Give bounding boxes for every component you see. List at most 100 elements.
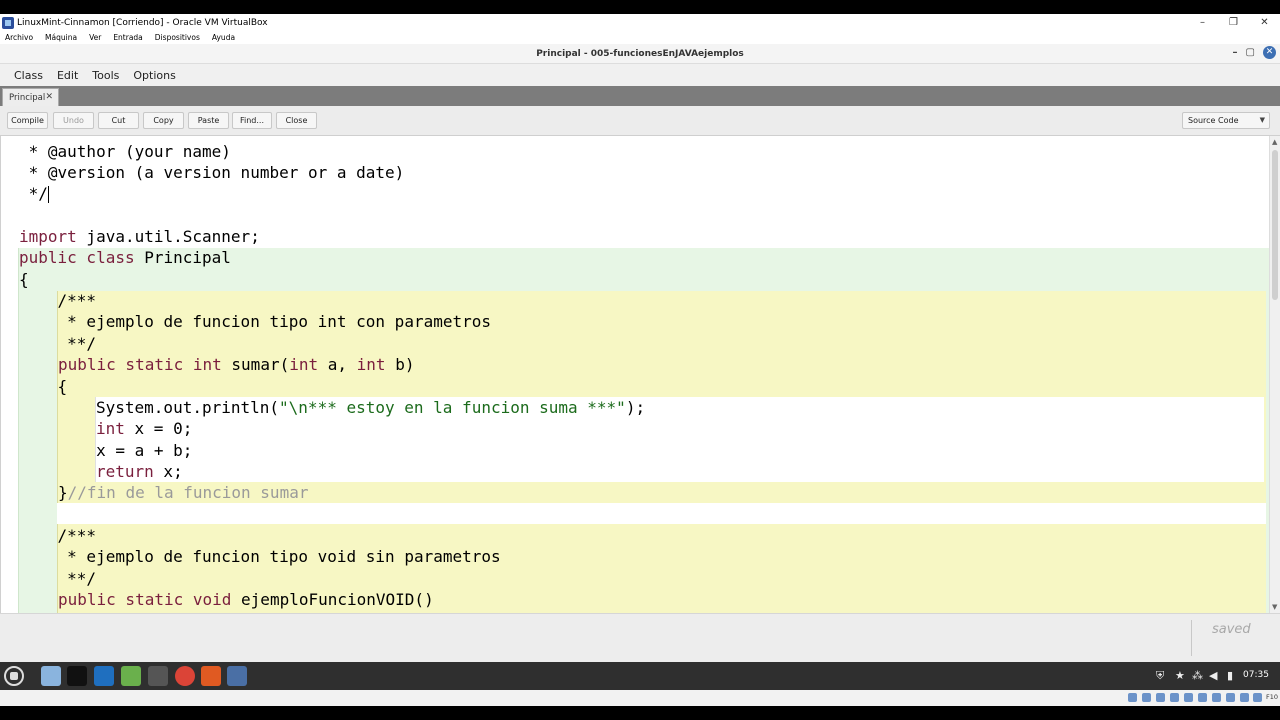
menu-options[interactable]: Options (133, 69, 175, 82)
usb-indicator-icon[interactable] (1184, 693, 1193, 702)
copy-button[interactable]: Copy (143, 112, 184, 129)
view-mode-label: Source Code (1188, 116, 1239, 125)
text-caret (47, 186, 49, 203)
code-line-return: return x; (96, 461, 183, 482)
terminal-launcher-icon[interactable] (67, 666, 87, 686)
bluej-window-icon[interactable] (227, 666, 247, 686)
editor-close-button[interactable]: ✕ (1263, 46, 1276, 59)
desktop-panel: ⛨ ★ ⁂ ◀ ▮ 07:35 (0, 662, 1280, 690)
scroll-down-icon[interactable]: ▼ (1272, 603, 1277, 611)
code-line-sumar-signature: public static int sumar(int a, int b) (58, 354, 414, 375)
editor-titlebar: Principal - 005-funcionesEnJAVAejemplos … (0, 44, 1280, 64)
mouse-integration-icon[interactable] (1253, 693, 1262, 702)
string-literal: "\n*** estoy en la funcion suma ***" (279, 398, 626, 417)
cut-button[interactable]: Cut (98, 112, 139, 129)
end-comment: //fin de la funcion sumar (67, 483, 309, 502)
keyword-void: void (192, 590, 232, 609)
battery-icon[interactable]: ▮ (1227, 669, 1233, 682)
chrome-launcher-icon[interactable] (175, 666, 195, 686)
editor-statusbar: saved (0, 613, 1280, 662)
keyword-class: class (76, 248, 135, 267)
code-line-import: import java.util.Scanner; (19, 226, 260, 247)
recording-indicator-icon[interactable] (1226, 693, 1235, 702)
param-b: b) (385, 355, 415, 374)
menu-class[interactable]: Class (14, 69, 43, 82)
vbox-window-title: LinuxMint-Cinnamon [Corriendo] - Oracle … (17, 17, 268, 28)
scrollbar-thumb[interactable] (1272, 150, 1278, 300)
vscode-launcher-icon[interactable] (94, 666, 114, 686)
vbox-menu-dispositivos[interactable]: Dispositivos (155, 33, 200, 42)
vbox-minimize-button[interactable]: – (1187, 17, 1218, 28)
display-indicator-icon[interactable] (1212, 693, 1221, 702)
close-brace: } (58, 483, 68, 502)
software-launcher-icon[interactable] (121, 666, 141, 686)
editor-maximize-button[interactable]: ▢ (1246, 47, 1255, 58)
code-editor[interactable]: * @author (your name) * @version (a vers… (0, 136, 1280, 613)
virtualbox-logo-icon (2, 16, 14, 29)
cpu-indicator-icon[interactable] (1240, 693, 1249, 702)
keyword-int: int (96, 419, 125, 438)
close-button[interactable]: Close (276, 112, 317, 129)
keyword-public-static: public static (58, 355, 184, 374)
tab-principal-label: Principal (9, 93, 46, 103)
view-mode-select[interactable]: Source Code ▼ (1182, 112, 1270, 129)
editor-toolbar: Compile Undo Cut Copy Paste Find... Clos… (0, 106, 1280, 136)
shared-folder-indicator-icon[interactable] (1198, 693, 1207, 702)
hdd-indicator-icon[interactable] (1128, 693, 1137, 702)
vbox-menu-ver[interactable]: Ver (89, 33, 101, 42)
tab-close-icon[interactable]: ✕ (45, 92, 53, 102)
backup-launcher-icon[interactable] (201, 666, 221, 686)
keyword-public: public (19, 248, 77, 267)
network-indicator-icon[interactable] (1170, 693, 1179, 702)
save-status: saved (1212, 622, 1251, 637)
vbox-menubar: Archivo Máquina Ver Entrada Dispositivos… (0, 31, 1280, 44)
mint-menu-icon[interactable] (4, 666, 24, 686)
vbox-menu-entrada[interactable]: Entrada (113, 33, 142, 42)
keyword-int: int (192, 355, 222, 374)
bluej-launcher-icon[interactable] (148, 666, 168, 686)
code-line-method-close: }//fin de la funcion sumar (58, 482, 308, 503)
vbox-menu-maquina[interactable]: Máquina (45, 33, 77, 42)
find-button[interactable]: Find... (232, 112, 272, 129)
shield-icon[interactable]: ⛨ (1156, 669, 1164, 683)
menu-tools[interactable]: Tools (92, 69, 119, 82)
method-name-sumar: sumar( (221, 355, 290, 374)
tab-principal[interactable]: Principal ✕ (2, 88, 59, 106)
vbox-restore-button[interactable]: ❐ (1218, 17, 1249, 28)
volume-icon[interactable]: ◀ (1209, 669, 1217, 682)
audio-indicator-icon[interactable] (1156, 693, 1165, 702)
code-line-author: * @author (your name) (19, 142, 231, 161)
vertical-scrollbar[interactable]: ▲ ▼ (1269, 136, 1280, 613)
code-line-println: System.out.println("\n*** estoy en la fu… (96, 397, 645, 418)
vbox-menu-archivo[interactable]: Archivo (5, 33, 33, 42)
undo-button[interactable]: Undo (53, 112, 94, 129)
optical-indicator-icon[interactable] (1142, 693, 1151, 702)
network-icon[interactable]: ⁂ (1192, 669, 1203, 682)
star-icon[interactable]: ★ (1175, 669, 1185, 682)
keyword-public-static: public static (58, 590, 184, 609)
menu-edit[interactable]: Edit (57, 69, 78, 82)
code-line-void-signature: public static void ejemploFuncionVOID() (58, 589, 434, 610)
paste-button[interactable]: Paste (188, 112, 229, 129)
method-name-void: ejemploFuncionVOID() (231, 590, 434, 609)
scroll-up-icon[interactable]: ▲ (1272, 138, 1277, 146)
vbox-menu-ayuda[interactable]: Ayuda (212, 33, 235, 42)
compile-button[interactable]: Compile (7, 112, 48, 129)
code-line-x-sum: x = a + b; (19, 441, 193, 460)
code-line-javadoc-sumar: * ejemplo de funcion tipo int con parame… (19, 312, 492, 331)
files-launcher-icon[interactable] (41, 666, 61, 686)
editor-window-title: Principal - 005-funcionesEnJAVAejemplos (536, 49, 744, 59)
keyword-return: return (96, 462, 154, 481)
chevron-down-icon: ▼ (1259, 116, 1265, 124)
vbox-statusbar: F10 (0, 690, 1280, 706)
vbox-close-button[interactable]: ✕ (1249, 17, 1280, 28)
keyword-import: import (19, 227, 77, 246)
tab-bar: Principal ✕ (0, 86, 1280, 106)
code-line-javadoc2-open: /*** (19, 526, 97, 545)
param-a: a, (318, 355, 357, 374)
println-end: ); (625, 398, 646, 417)
panel-clock[interactable]: 07:35 (1243, 670, 1269, 680)
editor-minimize-button[interactable]: – (1233, 47, 1238, 58)
comment-end-text: */ (19, 184, 48, 203)
int-x-assign: x = 0; (124, 419, 193, 438)
